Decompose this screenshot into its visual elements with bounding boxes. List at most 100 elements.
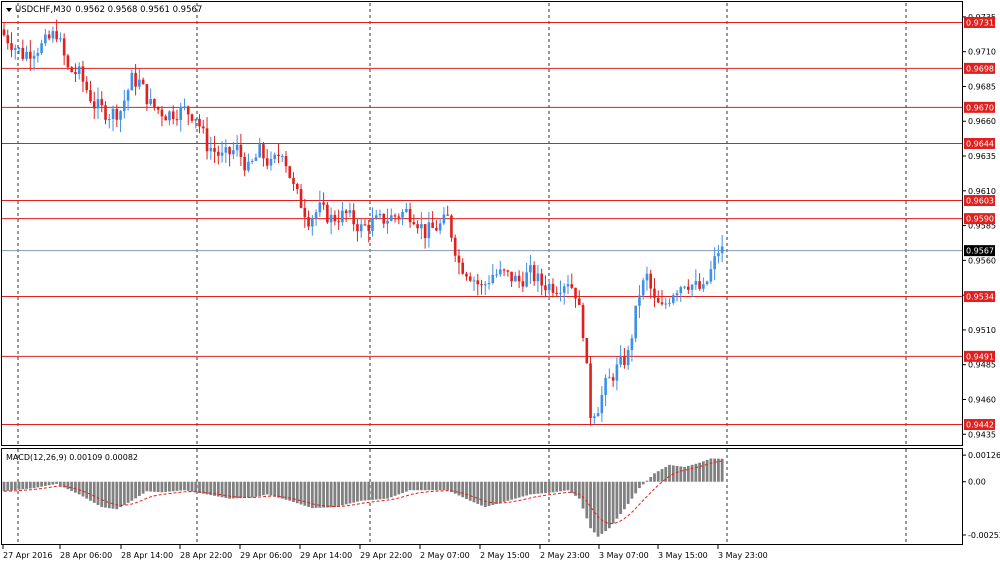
candle-bear: [292, 177, 295, 184]
candle-bear: [356, 224, 359, 232]
price-tick-label: 0.9560: [968, 256, 996, 265]
candle-bear: [295, 183, 299, 189]
level-label: 0.9670: [966, 103, 994, 112]
time-tick-label: 2 May 15:00: [480, 551, 530, 560]
candle-bull: [420, 224, 423, 229]
candle-bull: [604, 378, 607, 395]
candle-bull: [96, 99, 100, 109]
macd-bar: [250, 481, 254, 498]
macd-bar: [649, 476, 653, 482]
macd-bar: [483, 481, 487, 508]
candle-bear: [156, 107, 160, 110]
candle-bull: [44, 34, 47, 44]
time-tick-label: 29 Apr 06:00: [240, 551, 292, 560]
candle-bull: [593, 416, 596, 418]
macd-bar: [341, 481, 344, 506]
macd-bar: [720, 458, 724, 482]
macd-bar: [705, 459, 709, 482]
candle-bull: [709, 269, 713, 282]
macd-bar: [107, 481, 111, 509]
macd-bar: [600, 481, 604, 534]
macd-bar: [280, 481, 284, 499]
macd-bar: [378, 481, 382, 500]
macd-bar: [239, 481, 243, 499]
candle-bull: [194, 118, 198, 121]
macd-bar: [536, 481, 540, 494]
macd-bar: [85, 481, 89, 499]
macd-bar: [104, 481, 107, 508]
chart-canvas[interactable]: 0.97350.97100.96850.96600.96350.96100.95…: [0, 0, 1000, 565]
macd-bar: [130, 481, 134, 501]
macd-bar: [653, 473, 656, 482]
time-tick-label: 28 Apr 06:00: [60, 551, 112, 560]
macd-bar: [329, 481, 333, 508]
candle-bull: [405, 208, 408, 212]
price-tick-label: 0.9635: [968, 152, 996, 161]
macd-bar: [145, 481, 149, 492]
candle-bear: [198, 118, 201, 127]
macd-bar: [709, 458, 713, 482]
candle-series: [2, 19, 724, 426]
macd-bar: [544, 481, 547, 494]
candle-bull: [318, 202, 322, 213]
macd-bar: [348, 481, 352, 504]
macd-bar: [389, 481, 393, 498]
macd-bar: [32, 481, 36, 489]
candle-bear: [145, 84, 149, 105]
macd-bar: [446, 481, 450, 491]
candle-bear: [510, 271, 513, 282]
macd-bar: [529, 481, 532, 495]
macd-bar: [592, 481, 596, 533]
candle-bear: [100, 99, 104, 106]
candle-bull: [389, 215, 393, 221]
macd-bar: [690, 464, 694, 482]
macd-bar: [81, 481, 85, 497]
candle-bear: [344, 210, 348, 214]
horizontal-levels: [2, 21, 962, 426]
candle-bull: [705, 281, 709, 285]
macd-bar: [175, 481, 179, 491]
candle-bull: [36, 52, 40, 56]
candle-bear: [506, 270, 510, 272]
candle-bull: [179, 106, 183, 120]
candle-bull: [17, 47, 21, 49]
macd-bar: [171, 481, 175, 492]
level-label: 0.9491: [966, 352, 994, 361]
candle-bear: [623, 356, 626, 366]
candle-bull: [378, 213, 382, 216]
candle-bear: [205, 128, 209, 152]
collapse-arrow-icon[interactable]: [6, 8, 12, 12]
macd-bar: [683, 466, 686, 482]
macd-bar: [231, 481, 235, 499]
macd-bar: [119, 481, 122, 508]
candle-bear: [446, 214, 449, 216]
candle-bull: [596, 413, 600, 417]
candle-bull: [664, 303, 668, 305]
candle-bull: [713, 256, 716, 270]
level-label: 0.9590: [966, 215, 994, 224]
candle-bull: [547, 283, 551, 291]
macd-bar: [419, 481, 423, 491]
candle-bear: [502, 269, 506, 271]
candle-bear: [29, 51, 32, 59]
candle-bear: [265, 158, 269, 166]
macd-bar: [47, 481, 51, 486]
macd-bar: [43, 481, 47, 486]
macd-bar: [581, 481, 585, 509]
macd-bar: [427, 481, 431, 491]
candle-bear: [698, 281, 701, 289]
candle-bear: [532, 265, 536, 282]
macd-bar: [480, 481, 483, 506]
macd-bar: [149, 481, 153, 492]
macd-bar: [457, 481, 461, 496]
candle-bull: [438, 223, 442, 231]
macd-bar: [134, 481, 137, 499]
candle-bull: [717, 253, 720, 257]
candle-bull: [626, 350, 630, 366]
candle-bull: [630, 338, 634, 351]
macd-bar: [615, 481, 619, 519]
candle-bear: [243, 156, 246, 171]
macd-bar: [634, 481, 638, 494]
candle-bear: [175, 119, 179, 121]
candle-bear: [435, 227, 438, 231]
